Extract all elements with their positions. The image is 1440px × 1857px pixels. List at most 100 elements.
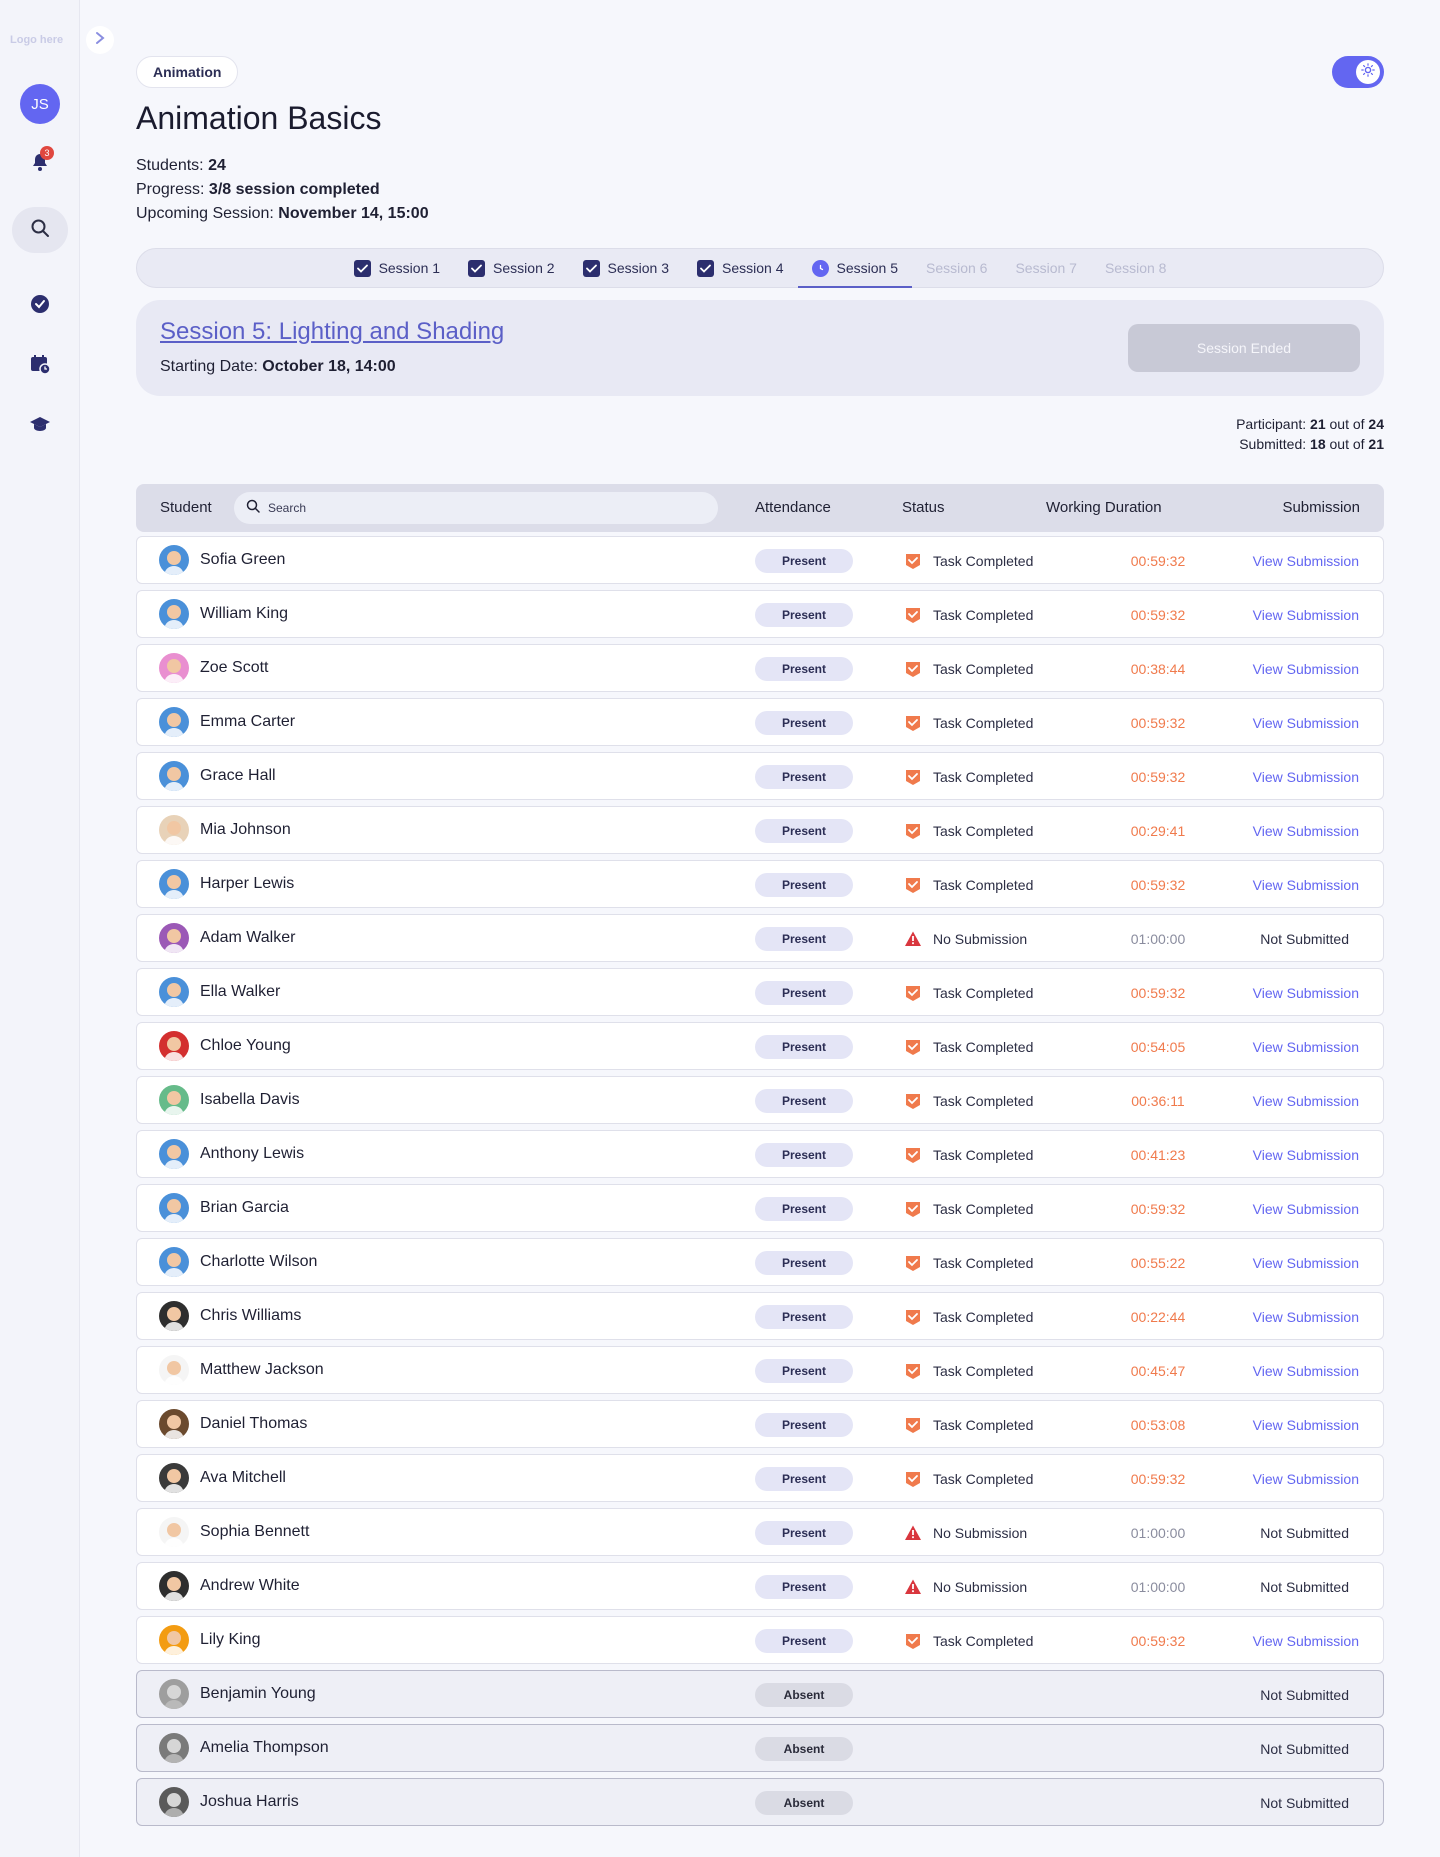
check-badge-icon — [904, 1146, 922, 1164]
student-name: Chris Williams — [200, 1307, 302, 1324]
sidebar-search-button[interactable] — [12, 207, 68, 253]
view-submission-link[interactable]: View Submission — [1253, 1633, 1359, 1649]
attendance-badge: Present — [755, 1305, 853, 1329]
sun-icon — [1361, 62, 1375, 82]
view-submission-link[interactable]: View Submission — [1253, 1309, 1359, 1325]
view-submission-link[interactable]: View Submission — [1253, 1471, 1359, 1487]
student-name: Ava Mitchell — [200, 1469, 286, 1486]
sidebar-collapse-button[interactable] — [86, 26, 114, 54]
attendance-badge: Absent — [755, 1683, 853, 1707]
view-submission-link[interactable]: View Submission — [1253, 661, 1359, 677]
working-duration: 00:59:32 — [1130, 769, 1186, 785]
student-avatar — [159, 1193, 189, 1223]
student-avatar — [159, 1247, 189, 1277]
status-text: Task Completed — [933, 1417, 1034, 1433]
view-submission-link[interactable]: View Submission — [1253, 553, 1359, 569]
graduation-cap-icon — [29, 414, 51, 439]
col-student[interactable]: Student — [160, 499, 212, 516]
table-row: Mia Johnson Present Task Completed 00:29:41… — [136, 806, 1384, 854]
tab-label: Session 3 — [607, 260, 670, 276]
student-avatar — [159, 1085, 189, 1115]
category-chip[interactable]: Animation — [136, 56, 239, 88]
student-name: Amelia Thompson — [200, 1739, 329, 1756]
check-badge-icon — [904, 660, 922, 678]
attendance-badge: Absent — [755, 1791, 853, 1815]
search-icon — [30, 218, 50, 243]
tab-label: Session 7 — [1015, 260, 1077, 276]
view-submission-link[interactable]: View Submission — [1253, 1093, 1359, 1109]
course-meta: Students: 24 Progress: 3/8 session compl… — [136, 154, 429, 226]
check-badge-icon — [904, 1254, 922, 1272]
col-attendance[interactable]: Attendance — [755, 499, 831, 516]
view-submission-link[interactable]: View Submission — [1253, 1201, 1359, 1217]
progress-info: Progress: 3/8 session completed — [136, 181, 380, 198]
status-text: Task Completed — [933, 1255, 1034, 1271]
working-duration: 00:53:08 — [1130, 1417, 1186, 1433]
search-input[interactable] — [268, 501, 688, 515]
tab-session-5[interactable]: Session 5 — [797, 249, 913, 288]
sidebar-item-tasks[interactable] — [0, 291, 80, 321]
view-submission-link[interactable]: View Submission — [1253, 1039, 1359, 1055]
check-badge-icon — [904, 552, 922, 570]
view-submission-link[interactable]: View Submission — [1253, 985, 1359, 1001]
attendance-badge: Present — [755, 765, 853, 789]
sidebar-item-schedule[interactable] — [0, 351, 80, 381]
check-badge-icon — [904, 1200, 922, 1218]
table-row: Zoe Scott Present Task Completed 00:38:44 Vi… — [136, 644, 1384, 692]
working-duration: 00:54:05 — [1130, 1039, 1186, 1055]
tab-session-3[interactable]: Session 3 — [569, 249, 683, 287]
session-title-link[interactable]: Session 5: Lighting and Shading — [160, 318, 504, 346]
view-submission-link[interactable]: View Submission — [1253, 715, 1359, 731]
status-text: Task Completed — [933, 1201, 1034, 1217]
tab-session-4[interactable]: Session 4 — [683, 249, 797, 287]
submission-status: Not Submitted — [1260, 1741, 1349, 1757]
checkbox-checked-icon — [697, 259, 715, 277]
warning-triangle-icon — [904, 930, 922, 948]
user-avatar[interactable]: JS — [20, 84, 60, 124]
notifications-button[interactable]: 3 — [0, 146, 80, 177]
working-duration: 00:22:44 — [1130, 1309, 1186, 1325]
sidebar-item-courses[interactable] — [0, 411, 80, 441]
check-badge-icon — [904, 876, 922, 894]
tab-session-1[interactable]: Session 1 — [340, 249, 454, 287]
table-row: Chris Williams Present Task Completed 00:22… — [136, 1292, 1384, 1340]
col-status[interactable]: Status — [902, 499, 945, 516]
session-ended-button: Session Ended — [1128, 324, 1360, 372]
col-working-duration[interactable]: Working Duration — [1046, 499, 1162, 516]
student-search[interactable] — [234, 492, 718, 524]
table-row: Isabella Davis Present Task Completed 00:36… — [136, 1076, 1384, 1124]
student-avatar — [159, 545, 189, 575]
attendance-badge: Present — [755, 1197, 853, 1221]
view-submission-link[interactable]: View Submission — [1253, 1363, 1359, 1379]
attendance-badge: Present — [755, 981, 853, 1005]
view-submission-link[interactable]: View Submission — [1253, 1417, 1359, 1433]
student-name: Adam Walker — [200, 929, 296, 946]
calendar-clock-icon — [29, 353, 51, 380]
tab-label: Session 5 — [836, 260, 898, 276]
student-avatar — [159, 1031, 189, 1061]
tab-session-2[interactable]: Session 2 — [454, 249, 568, 287]
status-text: Task Completed — [933, 769, 1034, 785]
col-submission[interactable]: Submission — [1282, 499, 1360, 516]
status-text: Task Completed — [933, 1309, 1034, 1325]
student-name: Sofia Green — [200, 551, 286, 568]
student-avatar — [159, 761, 189, 791]
table-row: Benjamin Young Absent Not Submitted — [136, 1670, 1384, 1718]
view-submission-link[interactable]: View Submission — [1253, 1147, 1359, 1163]
student-name: Sophia Bennett — [200, 1523, 310, 1540]
theme-toggle[interactable] — [1332, 56, 1384, 88]
check-badge-icon — [904, 1092, 922, 1110]
chevron-right-icon — [94, 31, 106, 50]
status-text: Task Completed — [933, 877, 1034, 893]
view-submission-link[interactable]: View Submission — [1253, 769, 1359, 785]
view-submission-link[interactable]: View Submission — [1253, 823, 1359, 839]
table-row: Charlotte Wilson Present Task Completed 00:… — [136, 1238, 1384, 1286]
view-submission-link[interactable]: View Submission — [1253, 1255, 1359, 1271]
attendance-badge: Present — [755, 1359, 853, 1383]
status-text: Task Completed — [933, 1633, 1034, 1649]
checkbox-checked-icon — [353, 259, 371, 277]
status-text: No Submission — [933, 1525, 1028, 1541]
student-avatar — [159, 1679, 189, 1709]
view-submission-link[interactable]: View Submission — [1253, 607, 1359, 623]
view-submission-link[interactable]: View Submission — [1253, 877, 1359, 893]
